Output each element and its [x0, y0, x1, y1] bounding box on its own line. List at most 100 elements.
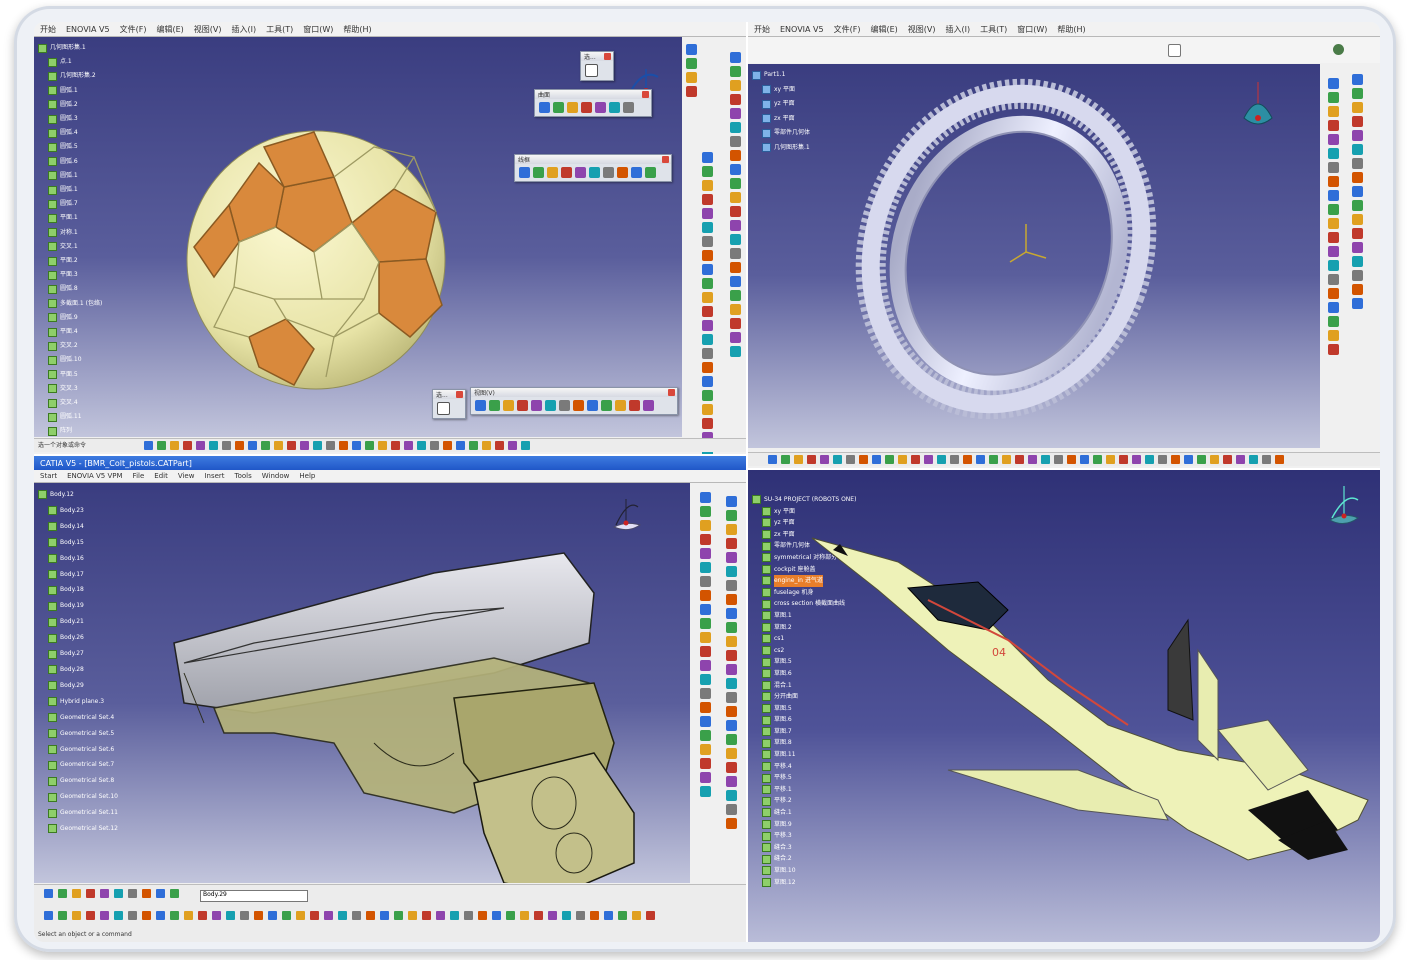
menu-item[interactable]: 窗口(W): [303, 24, 333, 35]
tool-icon[interactable]: [701, 278, 713, 289]
tool-icon[interactable]: [807, 455, 816, 464]
tool-icon[interactable]: [701, 180, 713, 191]
tool-icon[interactable]: [1327, 288, 1339, 299]
toolbar-row[interactable]: [44, 889, 179, 898]
tool-icon[interactable]: [725, 790, 737, 801]
tool-icon[interactable]: [725, 608, 737, 619]
toolbar-select-2[interactable]: 选...: [432, 389, 466, 419]
tool-icon[interactable]: [72, 889, 81, 898]
tool-icon[interactable]: [685, 72, 697, 83]
tool-icon[interactable]: [725, 622, 737, 633]
tool-icon[interactable]: [699, 786, 711, 797]
wireframe-tool-icon[interactable]: [533, 167, 544, 178]
menu-item[interactable]: 帮助(H): [1057, 24, 1085, 35]
toolbar-column[interactable]: [1326, 78, 1340, 355]
tool-icon[interactable]: [820, 455, 829, 464]
tool-icon[interactable]: [464, 911, 473, 920]
tool-icon[interactable]: [1210, 455, 1219, 464]
view-tool-icon[interactable]: [601, 400, 612, 411]
tool-icon[interactable]: [506, 911, 515, 920]
menu-item[interactable]: ENOVIA V5: [66, 25, 110, 34]
tool-icon[interactable]: [701, 306, 713, 317]
tool-icon[interactable]: [911, 455, 920, 464]
surface-tool-icon[interactable]: [609, 102, 620, 113]
tool-icon[interactable]: [989, 455, 998, 464]
tool-icon[interactable]: [44, 889, 53, 898]
tool-icon[interactable]: [209, 441, 218, 450]
tool-icon[interactable]: [72, 911, 81, 920]
tool-icon[interactable]: [725, 748, 737, 759]
bottom-toolbar[interactable]: [748, 452, 1380, 466]
tool-icon[interactable]: [1132, 455, 1141, 464]
tool-icon[interactable]: [885, 455, 894, 464]
tool-icon[interactable]: [296, 911, 305, 920]
tool-icon[interactable]: [833, 455, 842, 464]
tool-icon[interactable]: [1041, 455, 1050, 464]
tool-icon[interactable]: [846, 455, 855, 464]
tool-icon[interactable]: [1327, 92, 1339, 103]
tool-icon[interactable]: [729, 80, 741, 91]
wireframe-tool-icon[interactable]: [617, 167, 628, 178]
tool-icon[interactable]: [1262, 455, 1271, 464]
tool-icon[interactable]: [725, 636, 737, 647]
tool-icon[interactable]: [729, 220, 741, 231]
tool-icon[interactable]: [261, 441, 270, 450]
tool-icon[interactable]: [352, 911, 361, 920]
tool-icon[interactable]: [729, 332, 741, 343]
menu-item[interactable]: Insert: [204, 472, 224, 480]
tool-icon[interactable]: [1351, 186, 1363, 197]
tool-icon[interactable]: [443, 441, 452, 450]
tool-icon[interactable]: [1327, 316, 1339, 327]
tool-icon[interactable]: [699, 492, 711, 503]
tool-icon[interactable]: [1327, 274, 1339, 285]
3d-viewport[interactable]: Part1.1 xy 平面 yz 平面 zx 平面 零部件几何体 几何图形集.1: [748, 64, 1320, 448]
tool-icon[interactable]: [170, 441, 179, 450]
tool-icon[interactable]: [1080, 455, 1089, 464]
tool-icon[interactable]: [436, 911, 445, 920]
view-tool-icon[interactable]: [503, 400, 514, 411]
tool-icon[interactable]: [100, 889, 109, 898]
wireframe-tool-icon[interactable]: [631, 167, 642, 178]
tool-icon[interactable]: [268, 911, 277, 920]
tool-icon[interactable]: [701, 348, 713, 359]
menu-item[interactable]: 开始: [754, 24, 770, 35]
compass-icon[interactable]: [1326, 478, 1362, 528]
tool-icon[interactable]: [604, 911, 613, 920]
tool-icon[interactable]: [1327, 330, 1339, 341]
tool-icon[interactable]: [422, 911, 431, 920]
tool-icon[interactable]: [976, 455, 985, 464]
surface-tool-icon[interactable]: [567, 102, 578, 113]
tool-icon[interactable]: [274, 441, 283, 450]
close-icon[interactable]: [662, 156, 669, 163]
tool-icon[interactable]: [157, 441, 166, 450]
tool-icon[interactable]: [701, 166, 713, 177]
tool-icon[interactable]: [114, 889, 123, 898]
tool-icon[interactable]: [872, 455, 881, 464]
tool-icon[interactable]: [1351, 144, 1363, 155]
tool-icon[interactable]: [1351, 74, 1363, 85]
surface-tool-icon[interactable]: [539, 102, 550, 113]
toolbar-column[interactable]: [1350, 74, 1364, 309]
tool-icon[interactable]: [1145, 455, 1154, 464]
surface-tool-icon[interactable]: [595, 102, 606, 113]
tool-icon[interactable]: [1223, 455, 1232, 464]
tool-icon[interactable]: [44, 911, 53, 920]
tool-icon[interactable]: [1015, 455, 1024, 464]
view-tool-icon[interactable]: [531, 400, 542, 411]
body-dropdown[interactable]: Body.29: [200, 890, 308, 902]
tool-icon[interactable]: [1351, 116, 1363, 127]
tool-icon[interactable]: [701, 390, 713, 401]
tool-icon[interactable]: [1351, 214, 1363, 225]
tool-icon[interactable]: [699, 716, 711, 727]
toolbar-select[interactable]: 选...: [580, 51, 614, 81]
tool-icon[interactable]: [725, 734, 737, 745]
tire-ring-model[interactable]: [748, 64, 1320, 448]
toolbar-row[interactable]: [44, 911, 655, 920]
tool-icon[interactable]: [725, 720, 737, 731]
tool-icon[interactable]: [1327, 302, 1339, 313]
tool-icon[interactable]: [404, 441, 413, 450]
tool-icon[interactable]: [725, 566, 737, 577]
tool-icon[interactable]: [725, 594, 737, 605]
tool-icon[interactable]: [548, 911, 557, 920]
tool-icon[interactable]: [701, 292, 713, 303]
